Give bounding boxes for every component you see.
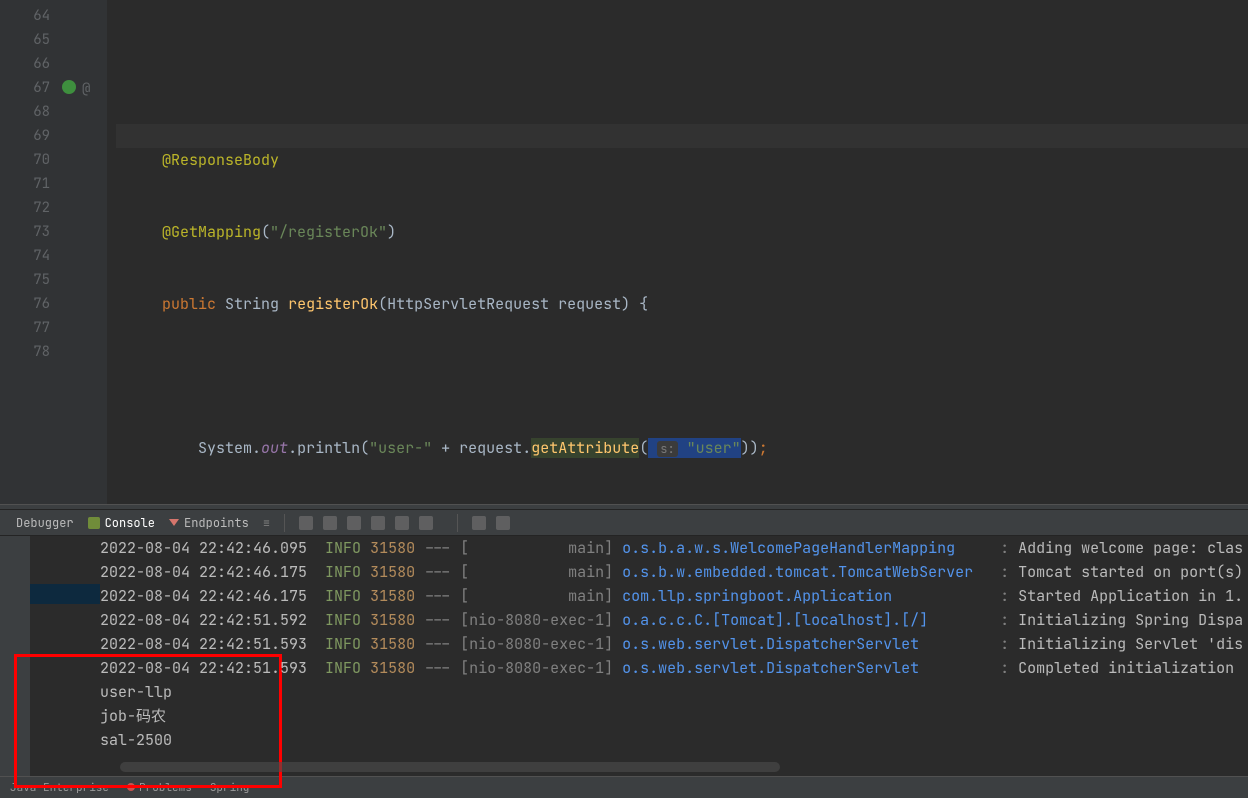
run-gutter — [0, 536, 30, 776]
str-user: "user" — [687, 438, 741, 458]
return-type: String — [225, 294, 279, 314]
param-type: HttpServletRequest — [387, 294, 549, 314]
frame-strip — [30, 536, 100, 776]
step-out-icon[interactable] — [371, 516, 385, 530]
drop-frame-icon[interactable] — [395, 516, 409, 530]
annotation-getmapping: @GetMapping — [162, 222, 261, 242]
tool-tabs: Debugger Console Endpoints ≡ — [0, 510, 1248, 536]
console-output[interactable]: 2022-08-04 22:42:46.095 INFO 31580 --- [… — [100, 536, 1248, 776]
out-field: out — [261, 438, 288, 458]
status-spring[interactable]: Spring — [210, 781, 250, 795]
evaluate-icon[interactable] — [472, 516, 486, 530]
param-hint: s: — [657, 441, 677, 457]
endpoints-icon — [169, 519, 179, 526]
code-editor[interactable]: 646566676869707172737475767778 @ @Respon… — [0, 0, 1248, 504]
status-bar: Java Enterprise Problems Spring — [0, 776, 1248, 798]
code-area[interactable]: @ResponseBody @GetMapping("/registerOk")… — [116, 0, 1248, 504]
line-number-gutter: 646566676869707172737475767778 — [0, 0, 56, 504]
console-panel: 2022-08-04 22:42:46.095 INFO 31580 --- [… — [0, 536, 1248, 776]
status-problems[interactable]: Problems — [127, 781, 192, 795]
tab-endpoints[interactable]: Endpoints — [169, 515, 249, 531]
spring-bean-icon — [62, 80, 76, 94]
tab-console[interactable]: Console — [88, 515, 155, 531]
override-at-icon: @ — [82, 80, 90, 98]
status-java-enterprise[interactable]: Java Enterprise — [10, 781, 109, 795]
get-attribute-call: getAttribute — [531, 438, 639, 458]
mapping-path: "/registerOk" — [270, 222, 387, 242]
tab-endpoints-label: Endpoints — [184, 515, 249, 531]
step-over-icon[interactable] — [299, 516, 313, 530]
tab-console-label: Console — [105, 515, 155, 531]
selected-frame[interactable] — [30, 584, 100, 604]
tab-debugger[interactable]: Debugger — [16, 515, 74, 531]
tab-debugger-label: Debugger — [16, 515, 74, 531]
println-call: println — [297, 438, 360, 458]
kw-public: public — [162, 294, 216, 314]
str-user-pref: "user-" — [369, 438, 432, 458]
fold-column — [106, 0, 116, 504]
request-ref: request — [459, 438, 522, 458]
trace-icon[interactable] — [496, 516, 510, 530]
annotation-responsebody: @ResponseBody — [162, 150, 279, 170]
system-ref: System — [198, 438, 252, 458]
step-into-icon[interactable] — [323, 516, 337, 530]
horizontal-scrollbar[interactable] — [120, 762, 780, 772]
param-name: request — [558, 294, 621, 314]
method-name: registerOk — [288, 294, 378, 314]
run-to-cursor-icon[interactable] — [419, 516, 433, 530]
force-step-icon[interactable] — [347, 516, 361, 530]
problems-icon — [127, 783, 135, 791]
annotation-column: @ — [56, 0, 106, 504]
console-icon — [88, 517, 100, 529]
